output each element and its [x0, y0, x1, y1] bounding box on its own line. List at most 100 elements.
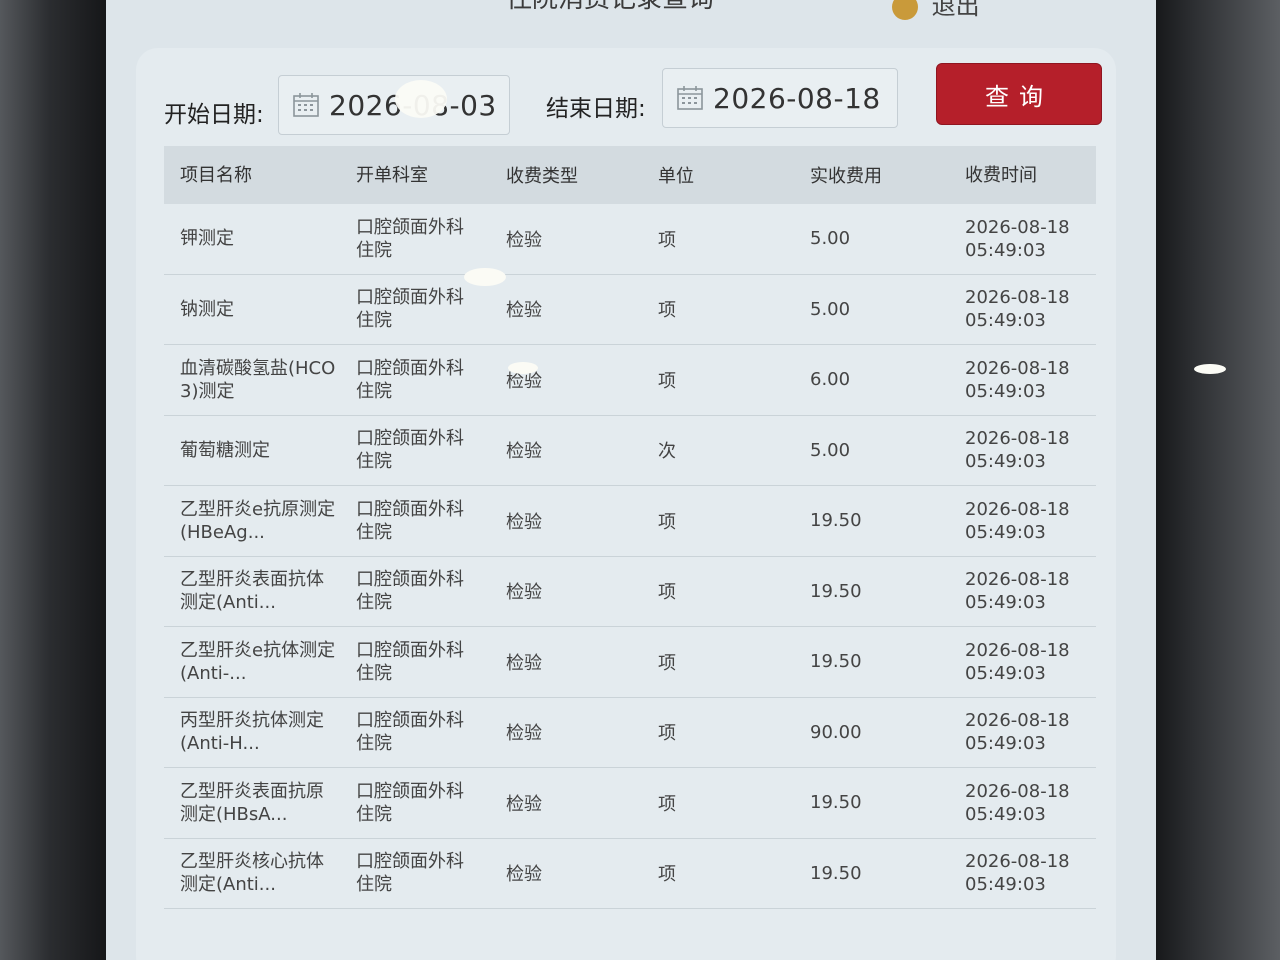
item-name-cell: 血清碳酸氢盐(HCO 3)测定 [164, 357, 356, 403]
department-text: 口腔颌面外科 [356, 287, 464, 309]
charge-time-text: 2026-08-18 [965, 216, 1070, 238]
end-date-field[interactable]: 2026-08-18 [662, 68, 898, 128]
screen-glare [464, 268, 506, 286]
table-body: 钾测定 口腔颌面外科 住院 检验项 5.00 2026-08-18 05:49:03 钠测定口… [164, 204, 1096, 909]
department-cell: 口腔颌面外科 住院 [356, 498, 506, 544]
charge-time-text: 05:49:03 [965, 662, 1046, 684]
fee-cell: 5.00 [810, 439, 851, 461]
table-row: 葡萄糖测定 口腔颌面外科 住院 检验次 5.00 2026-08-18 05:49:03 [164, 416, 1096, 486]
fee-cell: 19.50 [810, 651, 862, 673]
charge-time-text: 2026-08-18 [965, 287, 1070, 309]
charge-type-cell: 检验 [506, 723, 542, 745]
item-name-text: 乙型肝炎e抗体测定 [180, 639, 336, 661]
table-row: 乙型肝炎e抗体测定 (Anti-... 口腔颌面外科 住院 检验项 19.50 2026-0… [164, 627, 1096, 698]
department-cell: 口腔颌面外科 住院 [356, 357, 506, 403]
item-name-text: 测定(Anti... [180, 592, 276, 614]
department-text: 口腔颌面外科 [356, 851, 464, 873]
department-cell: 口腔颌面外科 住院 [356, 850, 506, 896]
charge-time-cell: 2026-08-18 05:49:03 [965, 850, 1096, 896]
start-date-field[interactable]: 2026-08-03 [278, 75, 510, 135]
department-text: 口腔颌面外科 [356, 710, 464, 732]
table-row: 乙型肝炎表面抗原 测定(HBsA... 口腔颌面外科 住院 检验项 19.50 2026-0… [164, 768, 1096, 839]
table-row: 乙型肝炎e抗原测定 (HBeAg... 口腔颌面外科 住院 检验项 19.50 2026-0… [164, 486, 1096, 557]
column-header: 收费时间 [965, 164, 1037, 186]
query-button[interactable]: 查询 [936, 63, 1102, 125]
fee-cell: 19.50 [810, 510, 862, 532]
charge-time-text: 05:49:03 [965, 451, 1046, 473]
table-row: 钠测定 口腔颌面外科 住院 检验项 5.00 2026-08-18 05:49:03 [164, 275, 1096, 345]
item-name-text: 乙型肝炎表面抗原 [180, 780, 324, 802]
item-name-text: 乙型肝炎核心抗体 [180, 851, 324, 873]
item-name-cell: 乙型肝炎e抗体测定 (Anti-... [164, 639, 356, 685]
department-text: 住院 [356, 874, 392, 896]
department-text: 住院 [356, 521, 392, 543]
charge-time-text: 2026-08-18 [965, 851, 1070, 873]
charge-time-cell: 2026-08-18 05:49:03 [965, 216, 1096, 262]
item-name-cell: 乙型肝炎表面抗原 测定(HBsA... [164, 780, 356, 826]
department-text: 住院 [356, 733, 392, 755]
item-name-text: 3)测定 [180, 380, 235, 402]
fee-cell: 19.50 [810, 862, 862, 884]
coin-icon [892, 0, 918, 20]
column-header: 项目名称 [180, 164, 252, 186]
screen-glare [1194, 364, 1226, 374]
charge-time-cell: 2026-08-18 05:49:03 [965, 357, 1096, 403]
department-text: 口腔颌面外科 [356, 780, 464, 802]
unit-cell: 项 [658, 582, 676, 604]
charge-time-cell: 2026-08-18 05:49:03 [965, 639, 1096, 685]
item-name-text: 乙型肝炎表面抗体 [180, 569, 324, 591]
kiosk-frame-left [0, 0, 110, 960]
unit-cell: 项 [658, 864, 676, 886]
charge-time-cell: 2026-08-18 05:49:03 [965, 498, 1096, 544]
item-name-text: 钠测定 [180, 298, 234, 320]
department-cell: 口腔颌面外科 住院 [356, 709, 506, 755]
charge-time-text: 2026-08-18 [965, 569, 1070, 591]
item-name-cell: 乙型肝炎表面抗体 测定(Anti... [164, 568, 356, 614]
charge-time-text: 05:49:03 [965, 803, 1046, 825]
item-name-text: 测定(Anti... [180, 874, 276, 896]
department-text: 住院 [356, 803, 392, 825]
charge-time-text: 05:49:03 [965, 380, 1046, 402]
item-name-text: 测定(HBsA... [180, 803, 288, 825]
unit-cell: 次 [658, 441, 676, 463]
fee-cell: 5.00 [810, 298, 851, 320]
screen-glare [395, 80, 447, 118]
charge-type-cell: 检验 [506, 793, 542, 815]
unit-cell: 项 [658, 652, 676, 674]
column-header: 收费类型 [506, 166, 578, 187]
fee-cell: 6.00 [810, 369, 851, 391]
unit-cell: 项 [658, 723, 676, 745]
column-header: 单位 [658, 166, 694, 187]
item-name-cell: 丙型肝炎抗体测定 (Anti-H... [164, 709, 356, 755]
column-header: 开单科室 [356, 164, 428, 186]
unit-cell: 项 [658, 511, 676, 533]
charge-time-text: 2026-08-18 [965, 780, 1070, 802]
item-name-text: 丙型肝炎抗体测定 [180, 710, 324, 732]
department-text: 口腔颌面外科 [356, 216, 464, 238]
charge-time-text: 2026-08-18 [965, 639, 1070, 661]
table-row: 乙型肝炎核心抗体 测定(Anti... 口腔颌面外科 住院 检验项 19.50 2026-0… [164, 839, 1096, 909]
unit-cell: 项 [658, 229, 676, 251]
item-name-text: (HBeAg... [180, 521, 265, 543]
department-text: 住院 [356, 310, 392, 332]
column-header: 实收费用 [810, 166, 882, 187]
end-date-value: 2026-08-18 [713, 81, 881, 115]
exit-area[interactable]: 退出 [892, 0, 980, 21]
department-text: 口腔颌面外科 [356, 498, 464, 520]
charge-type-cell: 检验 [506, 864, 542, 886]
department-cell: 口腔颌面外科 住院 [356, 639, 506, 685]
department-text: 住院 [356, 592, 392, 614]
charge-time-cell: 2026-08-18 05:49:03 [965, 286, 1096, 332]
department-text: 口腔颌面外科 [356, 639, 464, 661]
unit-cell: 项 [658, 300, 676, 322]
calendar-icon [677, 86, 703, 110]
fee-cell: 19.50 [810, 580, 862, 602]
department-text: 口腔颌面外科 [356, 357, 464, 379]
item-name-cell: 乙型肝炎核心抗体 测定(Anti... [164, 850, 356, 896]
charge-time-cell: 2026-08-18 05:49:03 [965, 780, 1096, 826]
charge-time-text: 2026-08-18 [965, 710, 1070, 732]
charge-time-text: 2026-08-18 [965, 428, 1070, 450]
charge-time-text: 05:49:03 [965, 521, 1046, 543]
department-cell: 口腔颌面外科 住院 [356, 286, 506, 332]
department-text: 住院 [356, 380, 392, 402]
